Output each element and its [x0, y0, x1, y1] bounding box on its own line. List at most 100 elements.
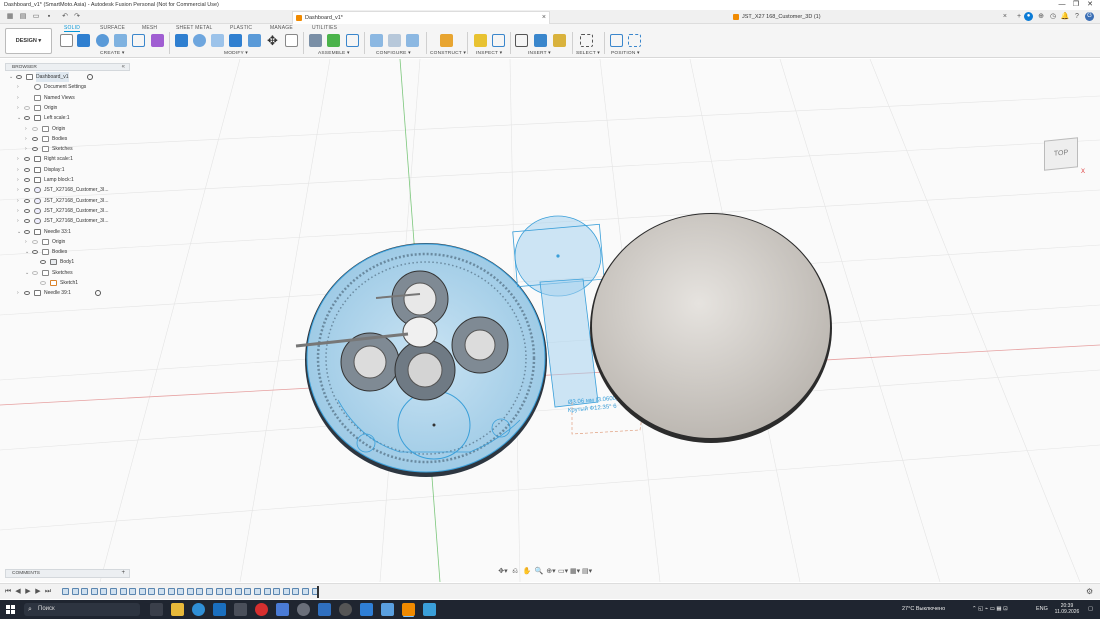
workspace-switcher[interactable]: DESIGN ▾	[5, 28, 52, 54]
visibility-eye-icon[interactable]	[24, 208, 30, 213]
redo-icon[interactable]: ↷	[72, 12, 82, 22]
file-menu-icon[interactable]: ▭	[31, 12, 41, 22]
insert-mcmaster-icon[interactable]	[553, 34, 566, 47]
joint-icon[interactable]	[327, 34, 340, 47]
inspect-menu[interactable]: INSPECT ▾	[476, 51, 502, 56]
move-icon[interactable]: ✥	[266, 34, 279, 47]
timeline-settings-icon[interactable]: ⚙	[1086, 587, 1093, 596]
close-tab-icon[interactable]: ×	[1003, 11, 1007, 23]
app-icon-5[interactable]	[360, 603, 373, 616]
app-icon-2[interactable]	[276, 603, 289, 616]
extrude-icon[interactable]	[77, 34, 90, 47]
revolve-icon[interactable]	[96, 34, 109, 47]
expand-caret-icon[interactable]: ›	[17, 93, 23, 103]
language-indicator[interactable]: ENG	[1036, 600, 1048, 619]
expand-caret-icon[interactable]: ›	[25, 237, 31, 247]
visibility-eye-icon[interactable]	[24, 219, 30, 224]
user-avatar[interactable]: G	[1085, 12, 1094, 21]
visibility-eye-icon[interactable]	[24, 229, 30, 234]
job-status-icon[interactable]: ◷	[1048, 12, 1058, 22]
tab-jst-customer[interactable]: JST_X27 168_Customer_3D (1) ×	[730, 11, 1010, 24]
construct-menu[interactable]: CONSTRUCT ▾	[430, 51, 466, 56]
timeline-last-icon[interactable]: ⏭	[44, 587, 52, 596]
app-icon-4[interactable]	[339, 603, 352, 616]
expand-caret-icon[interactable]: ›	[25, 124, 31, 134]
configure-menu[interactable]: CONFIGURE ▾	[376, 51, 411, 56]
timeline-play-icon[interactable]: ▶	[24, 587, 32, 596]
visibility-eye-icon[interactable]	[24, 157, 30, 162]
visibility-eye-icon[interactable]	[40, 281, 46, 285]
visibility-eye-icon[interactable]	[24, 198, 30, 203]
app-icon-3[interactable]	[318, 603, 331, 616]
comments-panel[interactable]: COMMENTS +	[5, 569, 130, 578]
online-status-icon[interactable]: ●	[1024, 12, 1033, 21]
zoom-icon[interactable]: 🔍	[534, 567, 544, 576]
app-icon[interactable]	[234, 603, 247, 616]
timeline-feature[interactable]	[186, 588, 194, 595]
position-menu[interactable]: POSITION ▾	[611, 51, 640, 56]
file-explorer-icon[interactable]	[171, 603, 184, 616]
edge-icon[interactable]	[192, 603, 205, 616]
weather-status[interactable]: 27°C Выключено	[902, 600, 945, 619]
add-comment-icon[interactable]: +	[121, 570, 125, 577]
expand-caret-icon[interactable]: ›	[17, 154, 23, 164]
activate-component-radio[interactable]	[87, 74, 93, 80]
app-icon-6[interactable]	[381, 603, 394, 616]
timeline-feature[interactable]	[110, 588, 117, 595]
timeline-feature[interactable]	[100, 588, 108, 595]
create-menu[interactable]: CREATE ▾	[100, 51, 124, 56]
tab-solid[interactable]: SOLID	[64, 25, 81, 32]
help-icon[interactable]: ?	[1072, 12, 1082, 22]
create-sketch-icon[interactable]	[60, 34, 73, 47]
hole-icon[interactable]	[114, 34, 127, 47]
extensions-icon[interactable]: ⊕	[1036, 12, 1046, 22]
timeline-feature[interactable]	[292, 588, 300, 595]
pattern-icon[interactable]	[132, 34, 145, 47]
insert-derive-icon[interactable]	[515, 34, 528, 47]
visibility-eye-icon[interactable]	[32, 147, 38, 152]
undo-icon[interactable]: ↶	[60, 12, 70, 22]
expand-caret-icon[interactable]: ›	[17, 175, 23, 185]
timeline-feature[interactable]	[158, 588, 165, 595]
timeline-feature[interactable]	[119, 588, 127, 595]
modify-menu[interactable]: MODIFY ▾	[224, 51, 248, 56]
timeline-feature[interactable]	[273, 588, 281, 595]
shell-icon[interactable]	[229, 34, 242, 47]
tab-manage[interactable]: MANAGE	[270, 25, 293, 31]
timeline-feature[interactable]	[282, 588, 290, 595]
app-icon-7[interactable]	[423, 603, 436, 616]
visibility-eye-icon[interactable]	[24, 167, 30, 172]
browser-header[interactable]: BROWSER «	[5, 63, 130, 71]
timeline-feature[interactable]	[302, 588, 309, 595]
measure-icon[interactable]	[474, 34, 487, 47]
timeline-feature[interactable]	[167, 588, 175, 595]
press-pull-icon[interactable]	[175, 34, 188, 47]
insert-menu[interactable]: INSERT ▾	[528, 51, 551, 56]
tab-utilities[interactable]: UTILITIES	[312, 25, 337, 31]
timeline-marker[interactable]	[317, 586, 319, 598]
tab-plastic[interactable]: PLASTIC	[230, 25, 252, 31]
visibility-eye-icon[interactable]	[32, 126, 38, 131]
expand-caret-icon[interactable]: ›	[17, 185, 23, 195]
outlook-icon[interactable]	[213, 603, 226, 616]
timeline-feature[interactable]	[81, 588, 89, 595]
visibility-eye-icon[interactable]	[24, 178, 30, 182]
timeline-feature[interactable]	[71, 588, 79, 595]
align-icon[interactable]	[285, 34, 298, 47]
chamfer-icon[interactable]	[211, 34, 224, 47]
expand-caret-icon[interactable]: ›	[25, 144, 31, 154]
timeline-feature[interactable]	[196, 588, 204, 595]
revert-position-icon[interactable]	[628, 34, 641, 47]
timeline-feature[interactable]	[215, 588, 223, 595]
settings-app-icon[interactable]	[297, 603, 310, 616]
timeline-feature[interactable]	[90, 588, 98, 595]
expand-caret-icon[interactable]: ›	[17, 196, 23, 206]
grid-settings-icon[interactable]: ▦▾	[570, 567, 580, 576]
visibility-eye-icon[interactable]	[40, 260, 46, 265]
timeline-feature[interactable]	[263, 588, 271, 595]
expand-caret-icon[interactable]: ›	[17, 288, 23, 298]
visibility-eye-icon[interactable]	[24, 188, 30, 193]
expand-caret-icon[interactable]: ›	[17, 216, 23, 226]
visibility-eye-icon[interactable]	[24, 105, 30, 110]
viewports-icon[interactable]: ▤▾	[582, 567, 592, 576]
